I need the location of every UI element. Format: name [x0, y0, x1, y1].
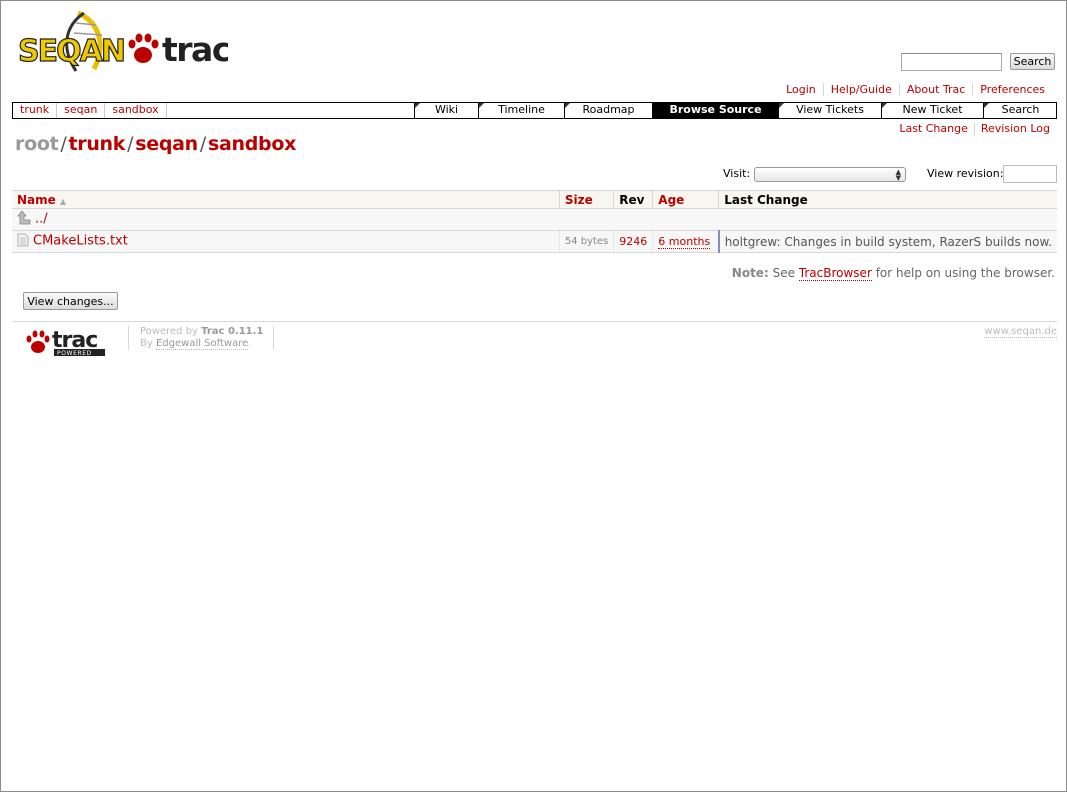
breadcrumb-separator: /	[127, 133, 134, 155]
login-link[interactable]: Login	[779, 83, 823, 96]
sort-age-link[interactable]: Age	[658, 193, 684, 207]
col-name[interactable]: Name ▲	[12, 190, 560, 209]
breadcrumb-sandbox[interactable]: sandbox	[208, 133, 296, 155]
context-nav: Last Change Revision Log	[893, 122, 1056, 135]
file-last-change: holtgrew: Changes in build system, Razer…	[718, 230, 1057, 253]
seqan-trac-logo[interactable]: SEQAN trac	[16, 10, 231, 73]
col-size[interactable]: Size	[558, 190, 614, 209]
edgewall-link[interactable]: Edgewall Software	[155, 338, 249, 350]
file-age-cell: 6 months	[652, 230, 720, 253]
parent-dir-icon	[17, 210, 31, 228]
last-change-link[interactable]: Last Change	[893, 122, 974, 135]
about-trac-link[interactable]: About Trac	[898, 83, 973, 96]
trac-powered-logo[interactable]: trac POWERED	[24, 327, 108, 357]
col-age[interactable]: Age	[652, 190, 719, 209]
visit-label: Visit:	[723, 167, 751, 180]
seqan-trac-logo-graphic: SEQAN trac	[17, 10, 231, 72]
file-age-link[interactable]: 6 months	[658, 235, 711, 249]
help-note-label: Note:	[731, 266, 769, 280]
revision-log-link[interactable]: Revision Log	[973, 122, 1056, 135]
table-row: CMakeLists.txt 54 bytes 9246 6 months ho…	[12, 230, 1057, 253]
footer: trac POWERED Powered by Trac 0.11.1 By E…	[12, 321, 1057, 361]
help-guide-link[interactable]: Help/Guide	[822, 83, 899, 96]
search-input[interactable]	[901, 53, 1002, 71]
parent-dir-link[interactable]: ../	[35, 212, 48, 227]
breadcrumb-seqan[interactable]: seqan	[135, 133, 198, 155]
by-label: By	[140, 338, 153, 349]
col-name-label: Name	[17, 192, 56, 207]
table-header-row: Name ▲ Size Rev Age Last Change	[12, 190, 1057, 209]
sort-name-link[interactable]: Name ▲	[17, 193, 66, 207]
file-size: 54 bytes	[558, 230, 614, 253]
metanav: Login Help/Guide About Trac Preferences	[779, 83, 1052, 96]
breadcrumb: root / trunk / seqan / sandbox	[15, 133, 296, 155]
directory-listing: Name ▲ Size Rev Age Last Change ../ CMak…	[12, 190, 1057, 253]
help-note-post: for help on using the browser.	[875, 266, 1055, 280]
tab-roadmap[interactable]: Roadmap	[564, 103, 652, 118]
breadcrumb-separator: /	[60, 133, 67, 155]
ctxtpath-trunk[interactable]: trunk	[13, 103, 58, 118]
breadcrumb-trunk[interactable]: trunk	[68, 133, 125, 155]
help-note: Note: See TracBrowser for help on using …	[731, 266, 1055, 281]
select-arrows-icon: ▲ ▼	[895, 168, 901, 182]
tab-search[interactable]: Search	[983, 103, 1057, 118]
ctxtpath-sandbox[interactable]: sandbox	[105, 103, 167, 118]
view-revision-label: View revision:	[927, 167, 1004, 180]
parent-dir-cell: ../	[12, 208, 1057, 231]
file-rev-cell: 9246	[613, 230, 653, 253]
trac-version-link[interactable]: Trac 0.11.1	[201, 326, 263, 337]
help-note-pre: See	[772, 266, 795, 280]
svg-text:POWERED: POWERED	[57, 350, 92, 357]
context-path: trunk seqan sandbox	[13, 103, 167, 118]
period: .	[248, 338, 252, 349]
file-icon	[17, 233, 29, 250]
svg-text:trac: trac	[162, 30, 228, 69]
tab-wiki[interactable]: Wiki	[414, 103, 478, 118]
powered-by-label: Powered by	[140, 326, 198, 337]
nav-tabs: Wiki Timeline Roadmap Browse Source View…	[414, 103, 1057, 118]
tab-browse-source[interactable]: Browse Source	[652, 103, 778, 118]
tab-new-ticket[interactable]: New Ticket	[881, 103, 983, 118]
sort-asc-icon: ▲	[59, 196, 67, 206]
col-last-change: Last Change	[718, 190, 1057, 209]
trac-powered-graphic: trac POWERED	[26, 328, 105, 357]
svg-text:SEQAN: SEQAN	[18, 34, 124, 69]
view-revision-input[interactable]	[1003, 165, 1057, 183]
file-link[interactable]: CMakeLists.txt	[33, 234, 128, 249]
banner: SEQAN trac Search Login Help/Guide About T…	[1, 1, 1067, 101]
tab-timeline[interactable]: Timeline	[478, 103, 564, 118]
file-name-cell: CMakeLists.txt	[12, 230, 560, 253]
footer-right: www.seqan.de	[984, 326, 1057, 338]
breadcrumb-root[interactable]: root	[15, 133, 59, 155]
seqan-site-link[interactable]: www.seqan.de	[984, 326, 1057, 338]
search-button[interactable]: Search	[1010, 53, 1055, 70]
breadcrumb-separator: /	[199, 133, 206, 155]
visit-select[interactable]: ▲ ▼	[754, 167, 906, 182]
parent-dir-row: ../	[12, 208, 1057, 231]
view-changes-button[interactable]: View changes...	[23, 292, 118, 310]
file-rev-link[interactable]: 9246	[619, 235, 647, 248]
sort-size-link[interactable]: Size	[565, 193, 593, 207]
powered-by: Powered by Trac 0.11.1 By Edgewall Softw…	[128, 326, 275, 350]
tab-view-tickets[interactable]: View Tickets	[778, 103, 881, 118]
main-navigation: trunk seqan sandbox Wiki Timeline Roadma…	[12, 102, 1057, 119]
tracbrowser-link[interactable]: TracBrowser	[798, 266, 872, 281]
ctxtpath-seqan[interactable]: seqan	[57, 103, 106, 118]
col-rev: Rev	[613, 190, 653, 209]
preferences-link[interactable]: Preferences	[972, 83, 1052, 96]
